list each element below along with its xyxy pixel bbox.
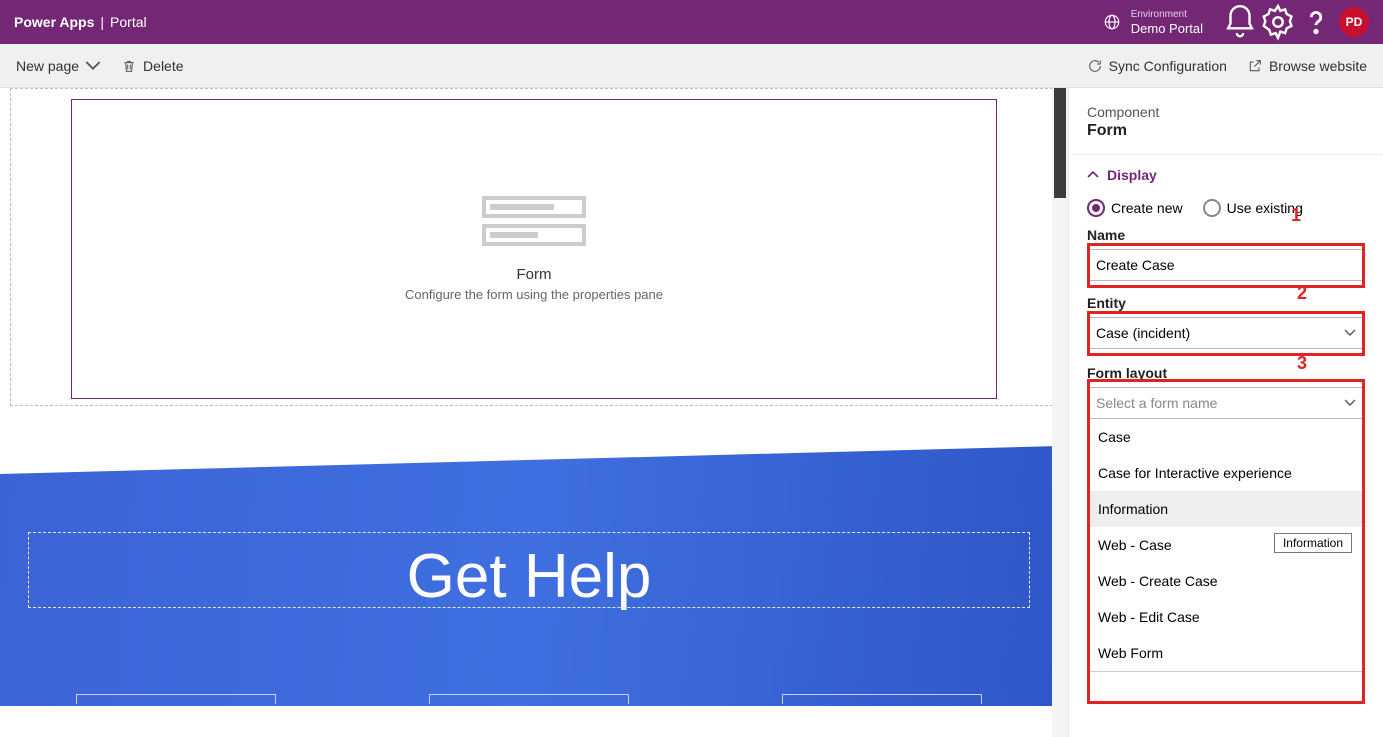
form-layout-select[interactable]: Select a form name: [1087, 387, 1365, 419]
radio-use-existing[interactable]: Use existing: [1203, 199, 1303, 217]
form-icon: [482, 196, 586, 246]
form-layout-dropdown: CaseCase for Interactive experienceInfor…: [1087, 419, 1365, 672]
design-canvas[interactable]: Form Configure the form using the proper…: [0, 88, 1068, 737]
properties-panel: Component Form Display Create new Use ex…: [1068, 88, 1383, 737]
component-value: Form: [1087, 122, 1365, 140]
form-layout-option[interactable]: Web Form: [1088, 635, 1364, 671]
refresh-icon: [1087, 58, 1103, 74]
radio-create-new[interactable]: Create new: [1087, 199, 1183, 217]
environment-picker[interactable]: Environment Demo Portal: [1103, 8, 1203, 36]
avatar[interactable]: PD: [1339, 7, 1369, 37]
radio-use-label: Use existing: [1227, 200, 1303, 216]
form-layout-option[interactable]: Case: [1088, 419, 1364, 455]
page-title: Portal: [110, 14, 147, 30]
sync-button[interactable]: Sync Configuration: [1077, 44, 1237, 87]
name-input[interactable]: [1087, 249, 1365, 281]
display-section-toggle[interactable]: Display: [1087, 167, 1365, 183]
form-subtitle: Configure the form using the properties …: [405, 287, 663, 302]
component-label: Component: [1087, 104, 1365, 120]
canvas-scrollbar[interactable]: [1052, 88, 1068, 737]
radio-create-label: Create new: [1111, 200, 1183, 216]
question-icon: [1297, 3, 1335, 41]
form-layout-option[interactable]: Web - CaseInformation: [1088, 527, 1364, 563]
env-value: Demo Portal: [1131, 22, 1203, 36]
browse-button[interactable]: Browse website: [1237, 44, 1377, 87]
notifications-button[interactable]: [1221, 0, 1259, 44]
command-bar: New page Delete Sync Configuration Brows…: [0, 44, 1383, 88]
entity-label: Entity: [1087, 295, 1365, 311]
help-button[interactable]: [1297, 0, 1335, 44]
globe-icon: [1103, 13, 1121, 31]
settings-button[interactable]: [1259, 0, 1297, 44]
tooltip: Information: [1274, 533, 1352, 553]
form-layout-option[interactable]: Web - Create Case: [1088, 563, 1364, 599]
delete-button[interactable]: Delete: [111, 44, 193, 87]
brand: Power Apps: [14, 14, 94, 30]
chevron-down-icon: [85, 58, 101, 74]
env-label: Environment: [1131, 8, 1203, 22]
form-component[interactable]: Form Configure the form using the proper…: [71, 99, 997, 399]
gear-icon: [1259, 3, 1297, 41]
form-layout-option[interactable]: Case for Interactive experience: [1088, 455, 1364, 491]
form-layout-placeholder: Select a form name: [1096, 395, 1217, 411]
trash-icon: [121, 58, 137, 74]
name-label: Name: [1087, 227, 1365, 243]
entity-select[interactable]: Case (incident): [1087, 317, 1365, 349]
hero-text-zone[interactable]: [28, 532, 1030, 608]
hero-section[interactable]: Get Help: [0, 446, 1058, 706]
form-title: Form: [517, 266, 552, 283]
form-layout-label: Form layout: [1087, 365, 1365, 381]
sync-label: Sync Configuration: [1109, 58, 1227, 74]
browse-label: Browse website: [1269, 58, 1367, 74]
form-layout-option[interactable]: Information: [1088, 491, 1364, 527]
chevron-down-icon: [1344, 397, 1356, 409]
entity-value: Case (incident): [1096, 325, 1190, 341]
new-page-button[interactable]: New page: [6, 44, 111, 87]
display-label: Display: [1107, 167, 1157, 183]
chevron-down-icon: [1344, 327, 1356, 339]
form-layout-option[interactable]: Web - Edit Case: [1088, 599, 1364, 635]
external-link-icon: [1247, 58, 1263, 74]
brand-divider: |: [100, 14, 104, 30]
app-header: Power Apps | Portal Environment Demo Por…: [0, 0, 1383, 44]
hero-button-row: [0, 694, 1058, 704]
delete-label: Delete: [143, 58, 183, 74]
canvas-section[interactable]: Form Configure the form using the proper…: [10, 88, 1058, 406]
scrollbar-thumb[interactable]: [1054, 88, 1066, 198]
bell-icon: [1221, 3, 1259, 41]
chevron-up-icon: [1087, 169, 1099, 181]
new-page-label: New page: [16, 58, 79, 74]
